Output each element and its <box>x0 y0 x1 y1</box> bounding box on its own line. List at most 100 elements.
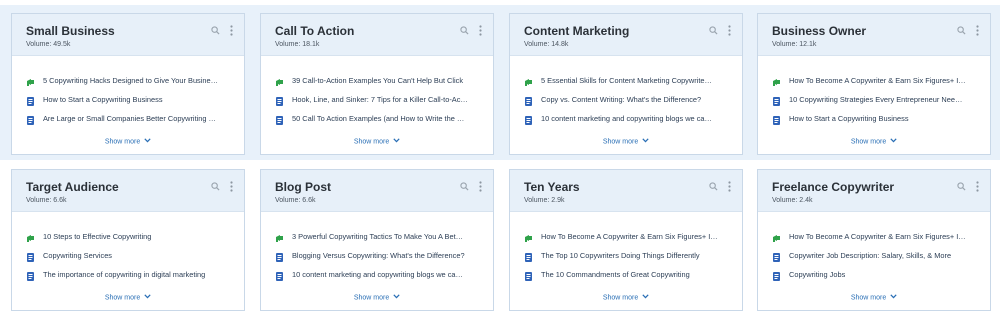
article-title[interactable]: Hook, Line, and Sinker: 7 Tips for a Kil… <box>292 95 468 105</box>
more-options-icon[interactable] <box>230 181 233 192</box>
more-options-icon[interactable] <box>976 181 979 192</box>
megaphone-icon <box>26 75 35 86</box>
search-icon[interactable] <box>957 26 966 35</box>
card-title: Freelance Copywriter <box>772 180 895 194</box>
card-volume: Volume: 6.6k <box>275 197 316 204</box>
document-icon <box>772 113 781 125</box>
article-item[interactable]: How To Become A Copywriter & Earn Six Fi… <box>524 227 732 246</box>
article-item[interactable]: 10 content marketing and copywriting blo… <box>275 265 483 284</box>
show-more-button[interactable]: Show more <box>758 138 990 145</box>
search-icon[interactable] <box>709 26 718 35</box>
article-item[interactable]: How To Become A Copywriter & Earn Six Fi… <box>772 227 980 246</box>
article-item[interactable]: 3 Powerful Copywriting Tactics To Make Y… <box>275 227 483 246</box>
article-item[interactable]: 10 Copywriting Strategies Every Entrepre… <box>772 90 980 109</box>
article-title[interactable]: The importance of copywriting in digital… <box>43 270 205 280</box>
article-item[interactable]: 10 content marketing and copywriting blo… <box>524 109 732 128</box>
article-title[interactable]: The 10 Commandments of Great Copywriting <box>541 270 690 280</box>
card-volume: Volume: 12.1k <box>772 41 817 48</box>
document-icon <box>772 250 781 262</box>
article-title[interactable]: 10 content marketing and copywriting blo… <box>541 114 712 124</box>
megaphone-icon <box>772 75 781 86</box>
article-item[interactable]: The importance of copywriting in digital… <box>26 265 234 284</box>
document-icon <box>26 250 35 262</box>
article-item[interactable]: Copywriting Services <box>26 246 234 265</box>
card-header: Business Owner Volume: 12.1k <box>758 14 990 56</box>
show-more-button[interactable]: Show more <box>261 138 493 145</box>
article-item[interactable]: How to Start a Copywriting Business <box>26 90 234 109</box>
show-more-label: Show more <box>602 138 639 145</box>
article-list: 10 Steps to Effective Copywriting Copywr… <box>12 212 244 284</box>
document-icon <box>275 250 284 262</box>
more-options-icon[interactable] <box>479 181 482 192</box>
article-item[interactable]: Hook, Line, and Sinker: 7 Tips for a Kil… <box>275 90 483 109</box>
search-icon[interactable] <box>211 26 220 35</box>
article-list: 39 Call-to-Action Examples You Can't Hel… <box>261 56 493 128</box>
show-more-button[interactable]: Show more <box>12 138 244 145</box>
article-item[interactable]: 5 Copywriting Hacks Designed to Give You… <box>26 71 234 90</box>
article-title[interactable]: Copywriting Jobs <box>789 270 845 280</box>
search-icon[interactable] <box>460 182 469 191</box>
more-options-icon[interactable] <box>230 25 233 36</box>
document-icon <box>26 269 35 281</box>
article-item[interactable]: Are Large or Small Companies Better Copy… <box>26 109 234 128</box>
article-title[interactable]: Copywriting Services <box>43 251 112 261</box>
article-title[interactable]: Blogging Versus Copywriting: What's the … <box>292 251 465 261</box>
article-item[interactable]: The Top 10 Copywriters Doing Things Diff… <box>524 246 732 265</box>
article-title[interactable]: 5 Essential Skills for Content Marketing… <box>541 76 712 86</box>
article-title[interactable]: The Top 10 Copywriters Doing Things Diff… <box>541 251 700 261</box>
show-more-button[interactable]: Show more <box>12 294 244 301</box>
article-title[interactable]: How to Start a Copywriting Business <box>43 95 163 105</box>
more-options-icon[interactable] <box>728 181 731 192</box>
article-title[interactable]: How To Become A Copywriter & Earn Six Fi… <box>541 232 718 242</box>
search-icon[interactable] <box>211 182 220 191</box>
card-header: Freelance Copywriter Volume: 2.4k <box>758 170 990 212</box>
article-title[interactable]: How to Start a Copywriting Business <box>789 114 909 124</box>
show-more-button[interactable]: Show more <box>510 294 742 301</box>
article-item[interactable]: 10 Steps to Effective Copywriting <box>26 227 234 246</box>
document-icon <box>275 94 284 106</box>
article-item[interactable]: The 10 Commandments of Great Copywriting <box>524 265 732 284</box>
article-title[interactable]: 10 Copywriting Strategies Every Entrepre… <box>789 95 962 105</box>
article-item[interactable]: Copy vs. Content Writing: What's the Dif… <box>524 90 732 109</box>
show-more-button[interactable]: Show more <box>510 138 742 145</box>
article-title[interactable]: How To Become A Copywriter & Earn Six Fi… <box>789 76 966 86</box>
show-more-button[interactable]: Show more <box>261 294 493 301</box>
article-title[interactable]: 10 content marketing and copywriting blo… <box>292 270 463 280</box>
article-item[interactable]: 5 Essential Skills for Content Marketing… <box>524 71 732 90</box>
article-title[interactable]: 5 Copywriting Hacks Designed to Give You… <box>43 76 218 86</box>
article-title[interactable]: 50 Call To Action Examples (and How to W… <box>292 114 464 124</box>
document-icon <box>524 269 533 281</box>
search-icon[interactable] <box>957 182 966 191</box>
card-header: Call To Action Volume: 18.1k <box>261 14 493 56</box>
article-list: How To Become A Copywriter & Earn Six Fi… <box>758 56 990 128</box>
card-volume: Volume: 14.8k <box>524 41 569 48</box>
article-title[interactable]: 10 Steps to Effective Copywriting <box>43 232 151 242</box>
more-options-icon[interactable] <box>479 25 482 36</box>
article-item[interactable]: 50 Call To Action Examples (and How to W… <box>275 109 483 128</box>
megaphone-icon <box>275 75 284 86</box>
chevron-down-icon <box>890 294 897 301</box>
article-title[interactable]: 39 Call-to-Action Examples You Can't Hel… <box>292 76 463 86</box>
chevron-down-icon <box>393 294 400 301</box>
article-title[interactable]: Copywriter Job Description: Salary, Skil… <box>789 251 951 261</box>
search-icon[interactable] <box>709 182 718 191</box>
more-options-icon[interactable] <box>728 25 731 36</box>
search-icon[interactable] <box>460 26 469 35</box>
article-item[interactable]: Copywriting Jobs <box>772 265 980 284</box>
show-more-label: Show more <box>850 138 887 145</box>
article-item[interactable]: Blogging Versus Copywriting: What's the … <box>275 246 483 265</box>
card-header: Blog Post Volume: 6.6k <box>261 170 493 212</box>
document-icon <box>772 269 781 281</box>
article-title[interactable]: Copy vs. Content Writing: What's the Dif… <box>541 95 701 105</box>
article-title[interactable]: 3 Powerful Copywriting Tactics To Make Y… <box>292 232 463 242</box>
show-more-button[interactable]: Show more <box>758 294 990 301</box>
more-options-icon[interactable] <box>976 25 979 36</box>
article-item[interactable]: 39 Call-to-Action Examples You Can't Hel… <box>275 71 483 90</box>
article-item[interactable]: How To Become A Copywriter & Earn Six Fi… <box>772 71 980 90</box>
article-title[interactable]: Are Large or Small Companies Better Copy… <box>43 114 216 124</box>
show-more-label: Show more <box>602 294 639 301</box>
article-item[interactable]: Copywriter Job Description: Salary, Skil… <box>772 246 980 265</box>
article-item[interactable]: How to Start a Copywriting Business <box>772 109 980 128</box>
article-title[interactable]: How To Become A Copywriter & Earn Six Fi… <box>789 232 966 242</box>
document-icon <box>26 113 35 125</box>
